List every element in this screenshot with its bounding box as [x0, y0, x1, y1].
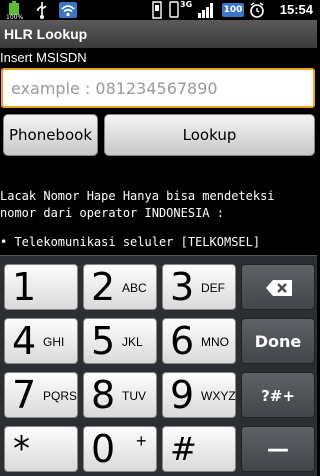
key-letters: TUV — [122, 389, 146, 403]
key-9[interactable]: 9 WXYZ — [162, 372, 236, 418]
key-0[interactable]: 0 + — [83, 426, 157, 472]
numeric-keypad: 1 2 ABC 3 DEF 4 GHI 5 JKL 6 MNO Done 7 P… — [0, 255, 317, 476]
key-digit: 5 — [91, 319, 116, 363]
key-digit: 8 — [91, 373, 116, 417]
app-title: HLR Lookup — [0, 20, 317, 48]
key-letters: DEF — [201, 281, 225, 295]
msisdn-input-wrapper[interactable] — [1, 68, 315, 108]
key-8[interactable]: 8 TUV — [83, 372, 157, 418]
key-letters: JKL — [122, 335, 143, 349]
key-letters: GHI — [43, 335, 65, 349]
phone-icon — [169, 1, 179, 18]
signal-bars-icon — [198, 3, 213, 18]
symbols-key[interactable]: ?#+ — [241, 372, 315, 418]
battery-100-icon: 100% — [6, 1, 23, 20]
key-digit: 9 — [170, 373, 195, 417]
alarm-icon — [250, 2, 264, 18]
clock: 15:54 — [279, 2, 313, 17]
key-7[interactable]: 7 PQRS — [4, 372, 78, 418]
network-type: 3G — [180, 0, 193, 9]
key-letters: + — [136, 431, 147, 451]
done-key[interactable]: Done — [241, 318, 315, 364]
key-digit: 7 — [12, 373, 37, 417]
lookup-button[interactable]: Lookup — [104, 114, 315, 156]
key-digit: 0 — [91, 427, 116, 471]
phonebook-button[interactable]: Phonebook — [3, 114, 98, 156]
key-5[interactable]: 5 JKL — [83, 318, 157, 364]
wifi-icon — [59, 2, 77, 18]
key-digit: 2 — [91, 265, 116, 309]
info-text: Lacak Nomor Hape Hanya bisa mendeteksi n… — [0, 188, 317, 222]
key-digit: 6 — [170, 319, 195, 363]
sd-card-icon — [152, 1, 162, 19]
key-letters: WXYZ — [201, 389, 236, 403]
key-4[interactable]: 4 GHI — [4, 318, 78, 364]
key-digit: 4 — [12, 319, 37, 363]
info-line-2: nomor dari operator INDONESIA : — [0, 206, 224, 220]
key-3[interactable]: 3 DEF — [162, 264, 236, 310]
status-bar: 100% 3G 100 15:54 — [0, 0, 317, 20]
battery-icon: 100 — [222, 3, 244, 17]
key-star[interactable]: * — [4, 426, 78, 472]
key-hash[interactable]: # — [162, 426, 236, 472]
key-digit: 3 — [170, 265, 195, 309]
done-label: Done — [254, 332, 302, 351]
key-digit: * — [13, 429, 30, 469]
key-letters: ABC — [122, 281, 147, 295]
usb-icon — [37, 2, 47, 19]
key-1[interactable]: 1 — [4, 264, 78, 310]
key-letters: PQRS — [43, 389, 78, 403]
key-digit: # — [170, 430, 197, 468]
space-key[interactable]: — — [241, 426, 315, 472]
operator-list-item: • Telekomunikasi seluler [TELKOMSEL] — [0, 235, 261, 249]
msisdn-label: Insert MSISDN — [0, 50, 87, 65]
key-digit: 1 — [12, 265, 37, 309]
backspace-icon — [266, 280, 292, 296]
key-letters: MNO — [201, 335, 229, 349]
backspace-key[interactable] — [241, 264, 315, 310]
symbols-label: ?#+ — [261, 387, 295, 405]
space-label: — — [267, 437, 289, 462]
key-6[interactable]: 6 MNO — [162, 318, 236, 364]
info-line-1: Lacak Nomor Hape Hanya bisa mendeteksi — [0, 189, 275, 203]
msisdn-input[interactable] — [3, 70, 313, 106]
key-2[interactable]: 2 ABC — [83, 264, 157, 310]
